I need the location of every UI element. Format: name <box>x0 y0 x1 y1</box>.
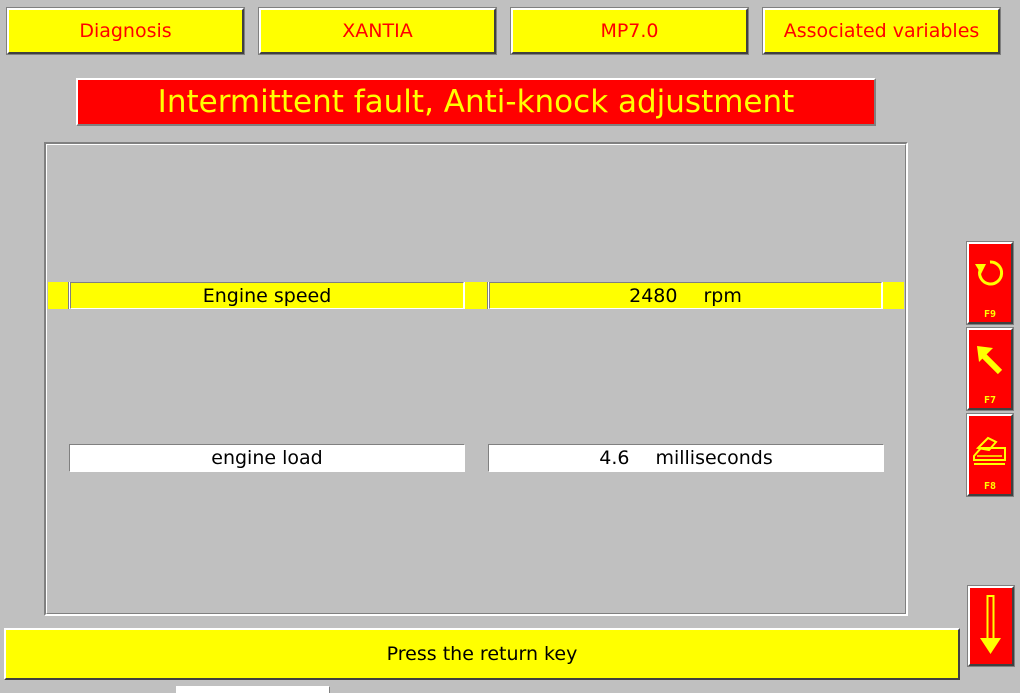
status-message: Press the return key <box>4 628 960 680</box>
f7-back-button[interactable]: F7 <box>966 327 1014 411</box>
f8-key-label: F8 <box>983 481 997 492</box>
tab-associated-variables[interactable]: Associated variables <box>762 7 1001 55</box>
tab-vehicle[interactable]: XANTIA <box>258 7 497 55</box>
engine-speed-value: 2480 <box>629 284 678 307</box>
f7-key-label: F7 <box>983 395 997 406</box>
param-label-engine-speed[interactable]: Engine speed <box>70 282 464 309</box>
page-title: Intermittent fault, Anti-knock adjustmen… <box>76 78 876 126</box>
param-label-engine-load[interactable]: engine load <box>69 444 465 472</box>
param-value-engine-load: 4.6 milliseconds <box>488 444 884 472</box>
panel-inner-frame <box>46 144 906 614</box>
engine-speed-unit: rpm <box>703 284 742 307</box>
tab-diagnosis[interactable]: Diagnosis <box>6 7 245 55</box>
param-value-engine-speed: 2480 rpm <box>489 282 882 309</box>
f8-print-button[interactable]: F8 <box>966 413 1014 497</box>
engine-load-unit: milliseconds <box>655 447 773 469</box>
tab-ecu[interactable]: MP7.0 <box>510 7 749 55</box>
bottom-field-stub <box>176 686 330 693</box>
f9-key-label: F9 <box>983 309 997 320</box>
parameters-panel <box>44 142 908 616</box>
arrow-down-icon <box>980 595 1001 654</box>
scroll-down-button[interactable] <box>967 585 1015 667</box>
engine-load-value: 4.6 <box>599 447 630 469</box>
f9-refresh-button[interactable]: F9 <box>966 241 1014 325</box>
